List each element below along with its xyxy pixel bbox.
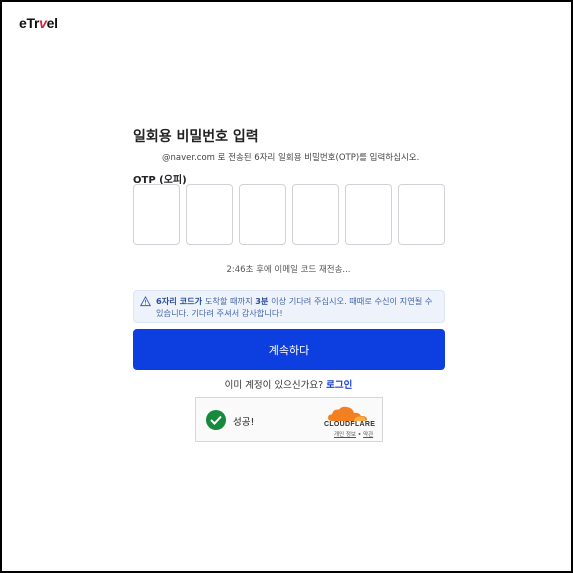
notice-emphasis-time: 3분 — [255, 296, 269, 306]
notice-text: 6자리 코드가 도착할 때까지 3분 이상 기다려 주십시오. 때때로 수신이 … — [156, 295, 438, 319]
cloudflare-links: 개인 정보 • 약관 — [334, 430, 373, 438]
page-frame: eTrvel 일회용 비밀번호 입력 @naver.com 로 전송된 6자리 … — [0, 0, 573, 573]
logo-text-accent: v — [39, 15, 47, 31]
page-title: 일회용 비밀번호 입력 — [133, 129, 259, 145]
continue-button[interactable]: 계속하다 — [133, 329, 445, 370]
otp-instructions: @naver.com 로 전송된 6자리 일회용 비밀번호(OTP)를 입력하십… — [162, 153, 420, 163]
otp-digit-6[interactable] — [398, 184, 445, 245]
logo-text-prefix: eTr — [19, 15, 40, 31]
login-link[interactable]: 로그인 — [326, 380, 352, 391]
notice-emphasis-code: 6자리 코드가 — [156, 296, 203, 306]
otp-digit-4[interactable] — [292, 184, 339, 245]
links-separator: • — [357, 432, 362, 438]
otp-digit-3[interactable] — [239, 184, 286, 245]
login-prompt: 이미 계정이 있으신가요? 로그인 — [2, 377, 573, 391]
cloudflare-brand: CLOUDFLARE — [324, 421, 376, 428]
captcha-status: 성공! — [233, 417, 255, 428]
terms-link[interactable]: 약관 — [363, 432, 373, 438]
success-check-icon — [206, 410, 226, 430]
otp-digit-5[interactable] — [345, 184, 392, 245]
logo-text-suffix: el — [46, 15, 58, 31]
warning-icon — [140, 296, 151, 307]
info-notice: 6자리 코드가 도착할 때까지 3분 이상 기다려 주십시오. 때때로 수신이 … — [133, 290, 445, 323]
etravel-logo[interactable]: eTrvel — [19, 15, 58, 31]
privacy-link[interactable]: 개인 정보 — [334, 432, 356, 438]
resend-countdown: 2:46초 후에 이메일 코드 재전송... — [226, 265, 351, 275]
has-account-text: 이미 계정이 있으신가요? — [224, 380, 327, 391]
cloudflare-turnstile[interactable]: 성공! CLOUDFLARE 개인 정보 • 약관 — [195, 397, 383, 442]
notice-text-part: 도착할 때까지 — [202, 296, 256, 306]
otp-digit-2[interactable] — [186, 184, 233, 245]
otp-digit-1[interactable] — [133, 184, 180, 245]
